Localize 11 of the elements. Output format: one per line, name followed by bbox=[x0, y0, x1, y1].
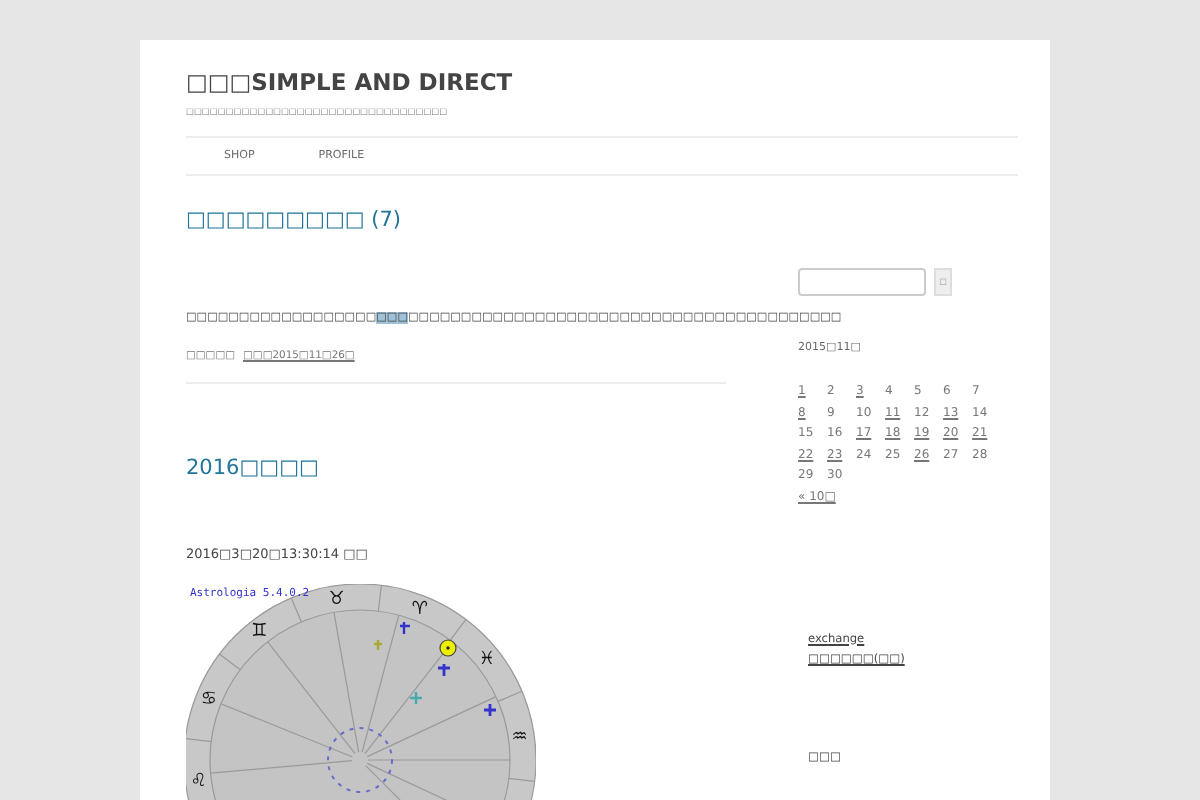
zodiac-sign: ♌ bbox=[190, 774, 207, 793]
zodiac-sign: ♒ bbox=[511, 729, 528, 748]
zodiac-sign: ♊ bbox=[251, 624, 268, 643]
site-title[interactable]: □□□SIMPLE AND DIRECT bbox=[186, 68, 1018, 98]
zodiac-sign: ♋ bbox=[200, 691, 217, 710]
zodiac-sign: ♉ bbox=[328, 591, 345, 610]
post-title[interactable]: □□□□□□□□□ (7) bbox=[186, 208, 726, 234]
zodiac-sign: ♈ bbox=[411, 601, 428, 620]
post-title[interactable]: 2016□□□□ bbox=[186, 456, 726, 482]
zodiac-sign: ♓ bbox=[478, 652, 495, 671]
search-field[interactable] bbox=[798, 268, 926, 297]
